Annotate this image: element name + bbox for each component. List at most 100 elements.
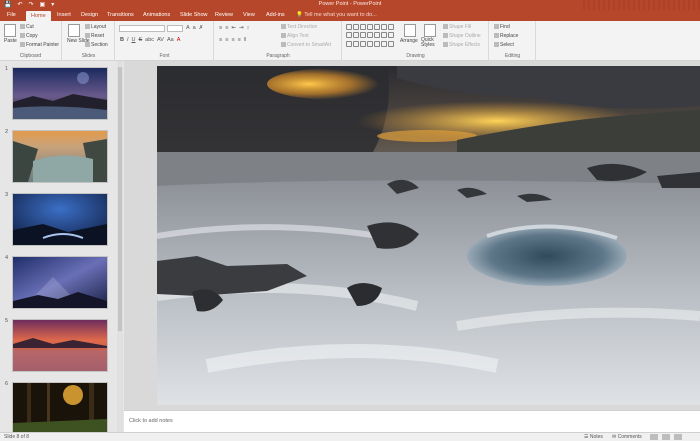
scissors-icon [20, 24, 25, 30]
main-slide[interactable] [157, 66, 700, 405]
shape-item[interactable] [374, 24, 380, 30]
tab-home[interactable]: Home [26, 11, 51, 21]
find-button[interactable]: Find [494, 24, 510, 30]
quick-styles-icon[interactable] [424, 24, 436, 37]
shape-fill-button[interactable]: Shape Fill [443, 24, 471, 30]
strikethrough-icon[interactable]: S [139, 37, 143, 43]
shape-item[interactable] [367, 32, 373, 39]
notes-label: Notes [589, 434, 603, 440]
new-slide-icon[interactable] [68, 24, 80, 37]
comments-label: Comments [617, 434, 642, 440]
increase-indent-icon[interactable]: ⇥ [239, 25, 244, 31]
shadow-icon[interactable]: abc [145, 37, 154, 43]
shape-outline-button[interactable]: Shape Outline [443, 33, 481, 39]
thumbnail-scroll-thumb[interactable] [118, 67, 122, 331]
italic-icon[interactable]: I [127, 37, 129, 43]
tab-insert[interactable]: Insert [57, 12, 71, 18]
shape-item[interactable] [360, 24, 366, 30]
slide-thumbnail-2[interactable] [12, 130, 108, 183]
line-spacing-icon[interactable]: ↕ [247, 25, 250, 31]
shape-item[interactable] [346, 40, 352, 47]
bold-icon[interactable]: B [120, 37, 124, 43]
align-center-icon[interactable]: ≡ [225, 37, 228, 43]
shape-effects-label: Shape Effects [449, 42, 481, 48]
tab-file[interactable]: File [7, 12, 16, 18]
arrange-button[interactable]: Arrange [400, 38, 418, 44]
tab-animations[interactable]: Animations [143, 12, 170, 18]
tab-view[interactable]: View [243, 12, 255, 18]
slide-thumbnail-6[interactable] [12, 382, 108, 435]
tab-add-ins[interactable]: Add-ins [266, 12, 285, 18]
case-icon[interactable]: Aa [167, 37, 174, 43]
thumbnail-scrollbar[interactable] [117, 61, 123, 432]
format-painter-button[interactable]: Format Painter [20, 42, 59, 48]
columns-icon[interactable]: ‖ [244, 37, 246, 43]
shape-item[interactable] [353, 40, 359, 47]
shape-item[interactable] [346, 32, 352, 39]
copy-button[interactable]: Copy [20, 33, 38, 39]
normal-view-icon[interactable] [650, 434, 658, 440]
shape-item[interactable] [381, 24, 387, 30]
shape-item[interactable] [374, 32, 380, 39]
shape-item[interactable] [367, 40, 373, 47]
brush-icon [20, 42, 25, 48]
paste-button[interactable]: Paste [4, 38, 17, 44]
shape-item[interactable] [388, 24, 394, 30]
shape-effects-button[interactable]: Shape Effects [443, 42, 480, 48]
select-button[interactable]: Select [494, 42, 514, 48]
align-text-button[interactable]: Align Text [281, 33, 309, 39]
slide-thumbnail-5[interactable] [12, 319, 108, 372]
clear-format-icon[interactable]: ✗ [199, 25, 204, 31]
shape-item[interactable] [346, 24, 352, 30]
paste-icon[interactable] [4, 24, 16, 37]
shape-item[interactable] [360, 40, 366, 47]
shape-item[interactable] [374, 40, 380, 47]
slide-thumbnail-4[interactable] [12, 256, 108, 309]
convert-smartart-button[interactable]: Convert to SmartArt [281, 42, 331, 48]
font-color-icon[interactable]: A [177, 37, 181, 43]
align-left-icon[interactable]: ≡ [219, 37, 222, 43]
decrease-indent-icon[interactable]: ⇤ [231, 25, 236, 31]
slide-sorter-icon[interactable] [662, 434, 670, 440]
text-direction-button[interactable]: Text Direction [281, 24, 317, 30]
slide-thumbnail-1[interactable] [12, 67, 108, 120]
slide-thumbnail-3[interactable] [12, 193, 108, 246]
underline-icon[interactable]: U [132, 37, 136, 43]
shapes-gallery[interactable] [346, 24, 396, 48]
shape-item[interactable] [367, 24, 373, 30]
tab-slide-show[interactable]: Slide Show [180, 12, 208, 18]
align-controls: ≡ ≡ ≡ ≡ ‖ [219, 37, 246, 43]
shape-item[interactable] [381, 32, 387, 39]
font-name-input[interactable] [119, 25, 165, 32]
grow-font-icon[interactable]: A [186, 25, 190, 31]
shape-item[interactable] [353, 24, 359, 30]
cut-button[interactable]: Cut [20, 24, 34, 30]
tell-me-box[interactable]: 💡 Tell me what you want to do... [296, 12, 377, 18]
tab-design[interactable]: Design [81, 12, 98, 18]
comments-button[interactable]: ✉ Comments [612, 434, 642, 440]
section-button[interactable]: Section [85, 42, 108, 48]
shape-item[interactable] [353, 32, 359, 39]
bullets-icon[interactable]: ≡ [219, 25, 222, 31]
shape-item[interactable] [388, 32, 394, 39]
spacing-icon[interactable]: AV [157, 37, 164, 43]
shape-item[interactable] [388, 40, 394, 47]
numbering-icon[interactable]: ≡ [225, 25, 228, 31]
arrange-box-icon[interactable] [404, 24, 416, 37]
reset-button[interactable]: Reset [85, 33, 104, 39]
notes-toggle-button[interactable]: ☰ Notes [584, 434, 603, 440]
shape-item[interactable] [381, 40, 387, 47]
tab-transitions[interactable]: Transitions [107, 12, 134, 18]
font-size-input[interactable] [167, 25, 183, 32]
align-right-icon[interactable]: ≡ [231, 37, 234, 43]
comment-icon: ✉ [612, 434, 617, 440]
tab-review[interactable]: Review [215, 12, 233, 18]
layout-button[interactable]: Layout [85, 24, 106, 30]
shrink-font-icon[interactable]: a [193, 25, 196, 31]
quick-styles-button[interactable]: Quick Styles [421, 38, 443, 48]
reading-view-icon[interactable] [674, 434, 682, 440]
notes-pane[interactable]: Click to add notes [124, 410, 700, 432]
shape-item[interactable] [360, 32, 366, 39]
justify-icon[interactable]: ≡ [238, 37, 241, 43]
replace-button[interactable]: Replace [494, 33, 518, 39]
